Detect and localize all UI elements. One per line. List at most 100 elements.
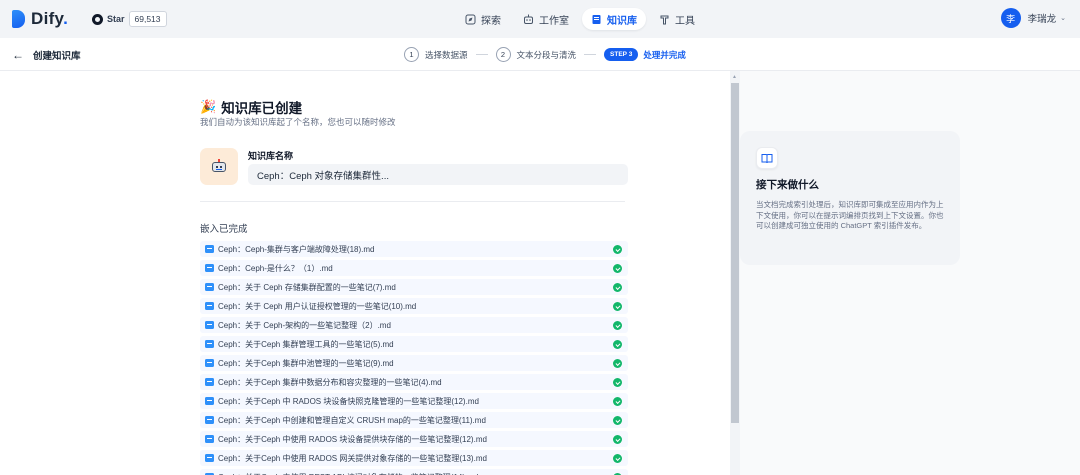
nav-knowledge[interactable]: 知识库 — [582, 8, 646, 30]
step-label: 选择数据源 — [425, 49, 468, 60]
nav-knowledge-label: 知识库 — [607, 15, 637, 27]
chevron-down-icon[interactable]: ⌄ — [1060, 14, 1066, 22]
nav-tools-label: 工具 — [675, 15, 695, 27]
back-button[interactable]: ← 创建知识库 — [12, 48, 81, 62]
markdown-file-icon — [205, 302, 214, 310]
file-name: Ceph：关于Ceph 中创建和管理自定义 CRUSH map的一些笔记整理(1… — [218, 415, 486, 425]
markdown-file-icon — [205, 378, 214, 386]
create-kb-header: ← 创建知识库 1 选择数据源 2 文本分段与清洗 STEP 3 处理并完成 — [0, 38, 1080, 71]
file-name: Ceph：关于 Ceph 用户认证授权管理的一些笔记(10).md — [218, 301, 417, 311]
step-2: 2 文本分段与清洗 — [495, 47, 577, 62]
user-menu[interactable]: 李 李瑞龙 ⌄ — [1000, 8, 1066, 28]
markdown-file-icon — [205, 397, 214, 405]
scroll-up-icon[interactable]: ▲ — [732, 74, 737, 80]
dify-logo[interactable]: Dify. — [12, 9, 68, 29]
markdown-file-icon — [205, 340, 214, 348]
file-row: Ceph：关于Ceph 中使用 RADOS 块设备提供块存储的一些笔记整理(12… — [200, 431, 628, 447]
github-icon — [92, 13, 103, 25]
check-circle-icon — [613, 416, 622, 425]
file-name: Ceph：关于Ceph 集群管理工具的一些笔记(5).md — [218, 339, 394, 349]
step-number: 2 — [495, 47, 511, 62]
page-subtitle: 我们自动为该知识库起了个名称，您也可以随时修改 — [200, 117, 396, 127]
file-row: Ceph：关于Ceph 集群中池管理的一些笔记(9).md — [200, 355, 628, 371]
markdown-file-icon — [205, 264, 214, 272]
scrollbar[interactable]: ▲ — [730, 71, 740, 475]
check-circle-icon — [613, 340, 622, 349]
top-navbar: Dify. Star 69,513 探索 工作室 知识库 工具 李 李瑞龙 ⌄ — [0, 0, 1080, 38]
kb-name-label: 知识库名称 — [248, 151, 294, 161]
file-name: Ceph：Ceph-集群与客户端故障处理(18).md — [218, 244, 375, 254]
nav-explore-label: 探索 — [481, 15, 501, 27]
file-row: Ceph：关于 Ceph 用户认证授权管理的一些笔记(10).md — [200, 298, 628, 314]
nav-studio[interactable]: 工作室 — [514, 8, 578, 30]
robot-icon — [210, 158, 228, 175]
file-name: Ceph：关于 Ceph-架构的一些笔记整理（2）.md — [218, 320, 391, 330]
file-name: Ceph：关于Ceph 中使用 RADOS 网关提供对象存储的一些笔记整理(13… — [218, 453, 487, 463]
github-star-widget[interactable]: Star 69,513 — [92, 11, 167, 27]
markdown-file-icon — [205, 416, 214, 424]
check-circle-icon — [613, 283, 622, 292]
file-name: Ceph：关于Ceph 集群中数据分布和容灾整理的一些笔记(4).md — [218, 377, 442, 387]
nav-studio-label: 工作室 — [539, 15, 569, 27]
check-circle-icon — [613, 435, 622, 444]
embed-status-title: 嵌入已完成 — [200, 224, 248, 235]
markdown-file-icon — [205, 454, 214, 462]
next-steps-card: 接下来做什么 当文档完成索引处理后，知识库即可集成至应用内作为上下文使用，你可以… — [740, 131, 960, 265]
file-row: Ceph：关于 Ceph 存储集群配置的一些笔记(7).md — [200, 279, 628, 295]
step-label: 文本分段与清洗 — [516, 49, 577, 60]
step-1: 1 选择数据源 — [404, 47, 468, 62]
markdown-file-icon — [205, 359, 214, 367]
file-row: Ceph：Ceph-是什么？（1）.md — [200, 260, 628, 276]
check-circle-icon — [613, 397, 622, 406]
file-row: Ceph：关于Ceph 中 RADOS 块设备快照克隆管理的一些笔记整理(12)… — [200, 393, 628, 409]
file-row: Ceph：关于Ceph 集群中数据分布和容灾整理的一些笔记(4).md — [200, 374, 628, 390]
avatar[interactable]: 李 — [1000, 8, 1021, 28]
file-name: Ceph：关于Ceph 集群中池管理的一些笔记(9).md — [218, 358, 394, 368]
kb-name-input[interactable]: Ceph：Ceph 对象存储集群性... — [248, 164, 628, 185]
nav-tools[interactable]: 工具 — [650, 8, 704, 30]
tool-icon — [659, 14, 670, 25]
logo-text: Dify. — [31, 9, 69, 28]
check-circle-icon — [613, 245, 622, 254]
divider — [200, 201, 625, 202]
star-count[interactable]: 69,513 — [128, 11, 167, 27]
title-row: 🎉 知识库已创建 — [200, 97, 302, 117]
step-3: STEP 3 处理并完成 — [604, 48, 686, 61]
check-circle-icon — [613, 454, 622, 463]
markdown-file-icon — [205, 435, 214, 443]
main-nav: 探索 工作室 知识库 工具 — [456, 8, 704, 30]
markdown-file-icon — [205, 283, 214, 291]
user-name[interactable]: 李瑞龙 — [1028, 11, 1057, 25]
step-label: 处理并完成 — [643, 49, 686, 60]
logo-mark-icon — [12, 10, 25, 28]
file-name: Ceph：关于Ceph 中使用 REST API 访问对象存储的一些笔记整理(1… — [218, 472, 478, 475]
check-circle-icon — [613, 378, 622, 387]
kb-icon[interactable] — [200, 148, 238, 185]
main-content: 🎉 知识库已创建 我们自动为该知识库起了个名称，您也可以随时修改 知识库名称 C… — [0, 71, 740, 475]
star-label: Star — [107, 14, 125, 24]
file-row: Ceph：关于Ceph 中创建和管理自定义 CRUSH map的一些笔记整理(1… — [200, 412, 628, 428]
file-row: Ceph：关于 Ceph-架构的一些笔记整理（2）.md — [200, 317, 628, 333]
arrow-left-icon: ← — [12, 48, 24, 62]
step-divider — [475, 54, 488, 55]
back-label: 创建知识库 — [33, 51, 81, 62]
step-pill: STEP 3 — [604, 48, 639, 61]
next-steps-title: 接下来做什么 — [756, 179, 819, 191]
file-row: Ceph：Ceph-集群与客户端故障处理(18).md — [200, 241, 628, 257]
step-divider — [584, 54, 597, 55]
compass-icon — [465, 14, 476, 25]
check-circle-icon — [613, 264, 622, 273]
file-list: Ceph：Ceph-集群与客户端故障处理(18).md Ceph：Ceph-是什么… — [200, 241, 628, 475]
file-name: Ceph：关于 Ceph 存储集群配置的一些笔记(7).md — [218, 282, 396, 292]
github-star-button[interactable]: Star — [92, 11, 129, 27]
nav-explore[interactable]: 探索 — [456, 8, 510, 30]
file-name: Ceph：关于Ceph 中 RADOS 块设备快照克隆管理的一些笔记整理(12)… — [218, 396, 479, 406]
scroll-thumb[interactable] — [731, 83, 739, 423]
markdown-file-icon — [205, 321, 214, 329]
robot-icon — [523, 14, 534, 25]
file-row: Ceph：关于Ceph 中使用 RADOS 网关提供对象存储的一些笔记整理(13… — [200, 450, 628, 466]
right-panel: 接下来做什么 当文档完成索引处理后，知识库即可集成至应用内作为上下文使用，你可以… — [740, 71, 1080, 475]
next-steps-text: 当文档完成索引处理后，知识库即可集成至应用内作为上下文使用，你可以在提示词编排页… — [756, 200, 944, 230]
stepper: 1 选择数据源 2 文本分段与清洗 STEP 3 处理并完成 — [404, 47, 686, 62]
file-row: Ceph：关于Ceph 集群管理工具的一些笔记(5).md — [200, 336, 628, 352]
